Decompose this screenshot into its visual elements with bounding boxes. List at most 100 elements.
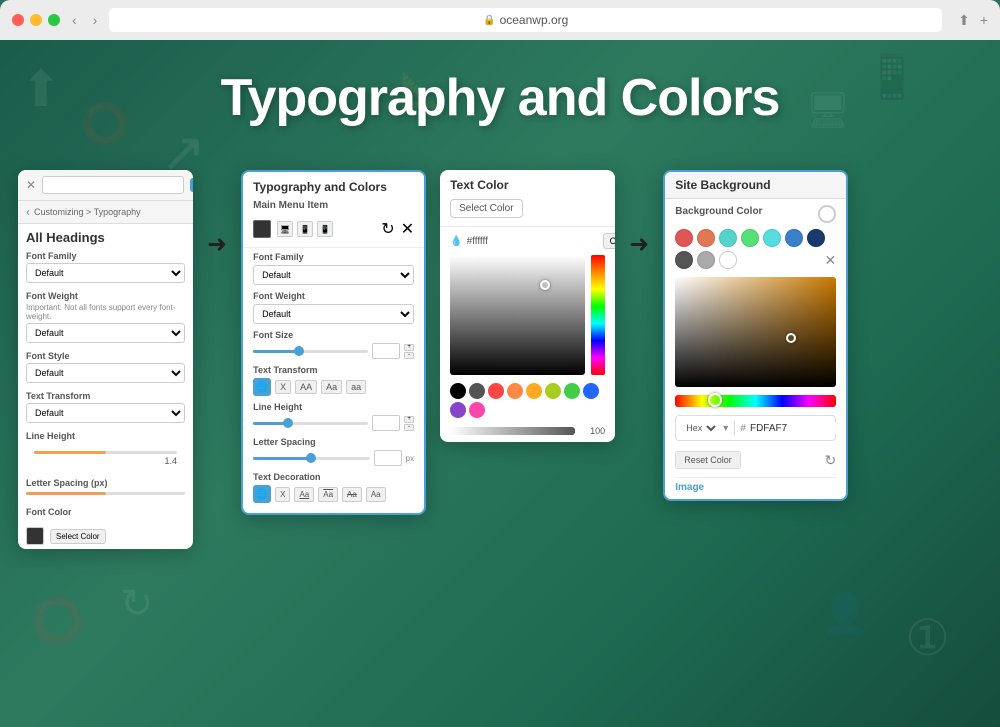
sb-swatch-lightgray[interactable]: [697, 251, 715, 269]
sb-hue-bar[interactable]: [675, 395, 836, 407]
swatch-pink[interactable]: [469, 402, 485, 418]
eyedropper-icon[interactable]: 💧: [450, 236, 462, 247]
customizer-close[interactable]: ✕: [26, 178, 36, 192]
line-height-up[interactable]: +: [404, 416, 414, 423]
close-action-icon[interactable]: ✕: [401, 219, 414, 239]
hex-format-select[interactable]: Hex: [682, 422, 719, 434]
typography-header: Typography and Colors Main Menu Item 🖥 📱…: [243, 172, 424, 248]
swatch-black[interactable]: [450, 383, 466, 399]
sb-swatch-orange[interactable]: [697, 229, 715, 247]
share-icon[interactable]: ⬆: [958, 12, 970, 29]
forward-button[interactable]: ›: [89, 12, 102, 28]
swatch-purple[interactable]: [450, 402, 466, 418]
fullscreen-traffic-light[interactable]: [48, 14, 60, 26]
opacity-value: 100: [581, 426, 605, 436]
customizer-search[interactable]: [42, 176, 184, 194]
select-color-button[interactable]: Select Color: [50, 529, 106, 544]
sb-reset-row: Reset Color ↻: [675, 447, 836, 473]
transform-globe-btn[interactable]: 🌐: [253, 378, 271, 396]
font-size-input[interactable]: [372, 343, 400, 359]
sb-swatch-blue[interactable]: [785, 229, 803, 247]
font-family-select[interactable]: Default: [26, 263, 185, 283]
swatch-blue[interactable]: [583, 383, 599, 399]
transform-aa2-btn[interactable]: Aa: [321, 380, 342, 394]
font-style-select[interactable]: Default: [26, 363, 185, 383]
swatch-yellow-green[interactable]: [545, 383, 561, 399]
deco-aa2-btn[interactable]: Aa: [318, 487, 338, 502]
text-color-clear-btn[interactable]: Clear: [603, 233, 616, 249]
line-height-down[interactable]: -: [404, 424, 414, 431]
transform-aa-btn[interactable]: AA: [295, 380, 317, 394]
color-picker-handle[interactable]: [540, 280, 550, 290]
address-bar[interactable]: 🔒 oceanwp.org: [109, 8, 942, 32]
hue-strip[interactable]: [591, 255, 605, 375]
swatch-red[interactable]: [488, 383, 504, 399]
text-color-select-btn[interactable]: Select Color: [450, 199, 522, 218]
letter-spacing-slider[interactable]: [26, 492, 185, 495]
sb-refresh-icon[interactable]: ↻: [824, 452, 836, 469]
line-height-slider[interactable]: [34, 451, 177, 454]
font-size-down[interactable]: -: [404, 352, 414, 359]
sb-swatch-gray[interactable]: [675, 251, 693, 269]
reset-action-icon[interactable]: ↻: [381, 219, 394, 239]
sb-swatch-teal[interactable]: [719, 229, 737, 247]
typo-line-height-field: Line Height + -: [253, 402, 414, 431]
deco-aa1-btn[interactable]: Aa: [294, 487, 314, 502]
font-size-up[interactable]: +: [404, 344, 414, 351]
sb-swatch-cyan[interactable]: [763, 229, 781, 247]
transform-aa3-btn[interactable]: aa: [346, 380, 366, 394]
line-height-label: Line Height: [26, 431, 185, 441]
bg-color-toggle[interactable]: [818, 205, 836, 223]
text-color-hex-input[interactable]: [467, 236, 599, 247]
font-size-slider[interactable]: [253, 350, 368, 353]
sb-picker-handle[interactable]: [786, 333, 796, 343]
swatch-orange[interactable]: [507, 383, 523, 399]
desktop-icon[interactable]: 🖥: [277, 221, 293, 237]
transform-row: 🌐 X AA Aa aa: [253, 378, 414, 396]
back-button[interactable]: ‹: [68, 12, 81, 28]
menu-device-icons: 🖥 📱 📱: [277, 221, 375, 237]
deco-x-btn[interactable]: X: [275, 487, 290, 502]
color-picker-area[interactable]: [450, 255, 585, 375]
sb-hue-handle[interactable]: [708, 393, 722, 407]
sb-reset-btn[interactable]: Reset Color: [675, 451, 741, 469]
swatch-green[interactable]: [564, 383, 580, 399]
line-height-input[interactable]: [372, 415, 400, 431]
font-size-steppers: + -: [404, 344, 414, 359]
transform-x-btn[interactable]: X: [275, 380, 291, 394]
letter-spacing-slider-typo[interactable]: [253, 457, 370, 460]
typo-font-weight-select[interactable]: Default: [253, 304, 414, 324]
add-tab-icon[interactable]: +: [980, 12, 988, 29]
sb-swatch-red[interactable]: [675, 229, 693, 247]
line-height-slider-typo[interactable]: [253, 422, 368, 425]
deco-globe-btn[interactable]: 🌐: [253, 485, 271, 503]
font-family-field: Font Family Default: [18, 247, 193, 287]
sb-color-picker-area[interactable]: [675, 277, 836, 387]
sb-swatch-green[interactable]: [741, 229, 759, 247]
mobile-icon[interactable]: 📱: [317, 221, 333, 237]
sb-hex-input[interactable]: [750, 423, 848, 434]
menu-color-swatch[interactable]: [253, 220, 271, 238]
typo-line-height-label: Line Height: [253, 402, 414, 412]
deco-aa4-btn[interactable]: Aa: [366, 487, 386, 502]
swatch-gray[interactable]: [469, 383, 485, 399]
customizer-published-badge: Published: [190, 178, 193, 192]
deco-aa3-btn[interactable]: Aa: [342, 487, 362, 502]
font-color-swatch[interactable]: [26, 527, 44, 545]
typo-font-family-select[interactable]: Default: [253, 265, 414, 285]
sb-swatches-close[interactable]: ✕: [824, 252, 836, 269]
text-transform-select[interactable]: Default: [26, 403, 185, 423]
typography-menu-item-label: Main Menu Item: [253, 200, 414, 211]
opacity-slider[interactable]: [450, 427, 575, 435]
tablet-icon[interactable]: 📱: [297, 221, 313, 237]
hex-divider: |: [732, 419, 736, 437]
customizer-nav-back[interactable]: ‹: [26, 205, 30, 219]
close-traffic-light[interactable]: [12, 14, 24, 26]
sb-swatch-white[interactable]: [719, 251, 737, 269]
sb-swatch-darkblue[interactable]: [807, 229, 825, 247]
minimize-traffic-light[interactable]: [30, 14, 42, 26]
bg-color-label: Background Color: [675, 206, 762, 217]
letter-spacing-input[interactable]: [374, 450, 402, 466]
font-weight-select[interactable]: Default: [26, 323, 185, 343]
swatch-yellow-orange[interactable]: [526, 383, 542, 399]
